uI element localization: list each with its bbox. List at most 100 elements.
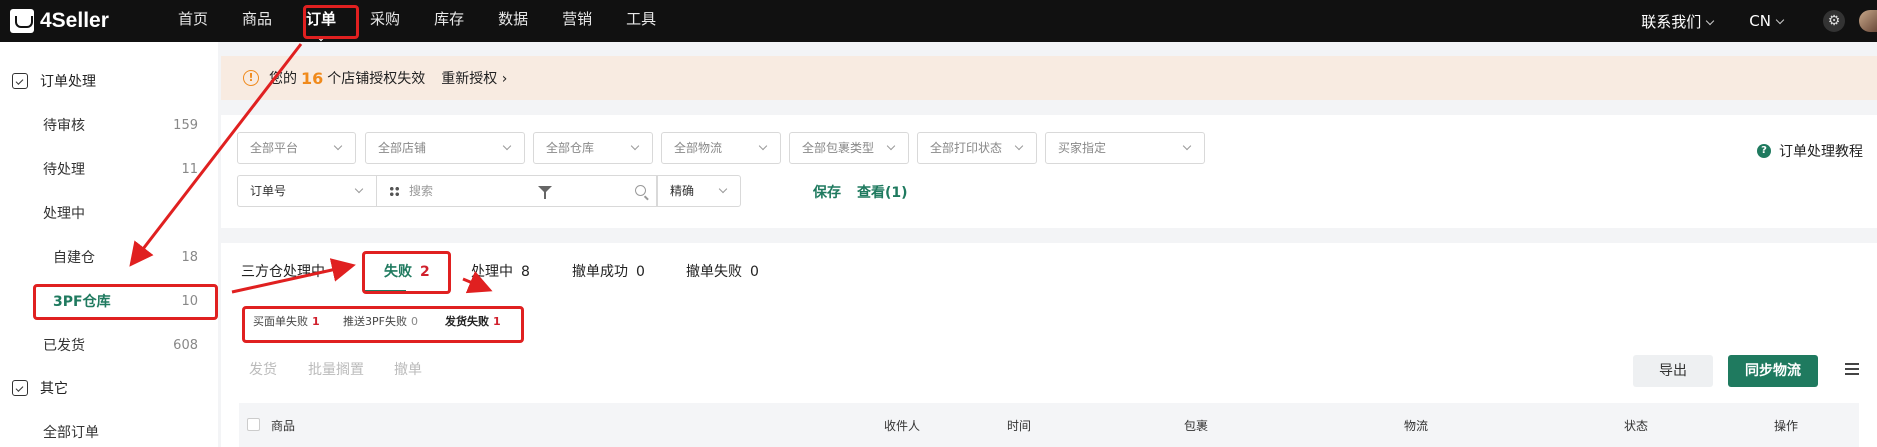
alert-prefix: 您的	[269, 71, 297, 87]
column-header-recipient: 收件人	[884, 419, 921, 433]
sidebar-item-all-orders[interactable]: 全部订单	[0, 419, 218, 445]
tab-label: 三方仓处理中	[241, 264, 325, 280]
chevron-right-icon: ›	[501, 71, 508, 87]
tab-cancel-success[interactable]: 撤单成功 0	[572, 261, 645, 281]
column-header-time: 时间	[1007, 419, 1032, 433]
chevron-down-icon	[630, 141, 640, 151]
cancel-order-button[interactable]: 撤单	[394, 359, 422, 379]
store-select-value: 全部店铺	[378, 141, 427, 155]
column-header-product: 商品	[271, 419, 296, 433]
sidebar-section-order-processing[interactable]: 订单处理	[12, 69, 96, 93]
chevron-down-icon	[1182, 141, 1192, 151]
tab-label: 处理中	[471, 264, 513, 280]
sidebar-item-label: 处理中	[43, 206, 85, 222]
sidebar-section-other[interactable]: 其它	[12, 376, 68, 400]
sidebar-item-label: 已发货	[43, 338, 85, 354]
sidebar-item-processing[interactable]: 处理中	[0, 200, 218, 226]
chevron-down-icon	[333, 141, 343, 151]
reauthorize-label: 重新授权	[441, 71, 498, 87]
column-header-actions: 操作	[1774, 419, 1799, 433]
search-field-select[interactable]: 订单号	[237, 175, 377, 207]
sidebar-item-label: 全部订单	[43, 425, 99, 441]
filter-icon[interactable]	[538, 186, 552, 199]
tab-count: 0	[636, 264, 645, 280]
avatar[interactable]	[1859, 10, 1877, 32]
search-input[interactable]: 搜索	[377, 175, 657, 207]
buyer-specified-select[interactable]: 买家指定	[1045, 132, 1205, 164]
column-header-status: 状态	[1624, 419, 1649, 433]
select-all-checkbox[interactable]	[247, 418, 260, 431]
contact-us-menu[interactable]: 联系我们	[1641, 11, 1715, 32]
tab-3pf-processing[interactable]: 三方仓处理中 8	[241, 261, 342, 281]
chevron-down-icon	[354, 184, 364, 194]
language-menu[interactable]: CN	[1749, 12, 1785, 30]
chevron-down-icon	[886, 141, 896, 151]
tab-count: 0	[750, 264, 759, 280]
chevron-down-icon	[718, 184, 728, 194]
nav-item-purchase[interactable]: 采购	[370, 0, 400, 42]
chevron-down-icon	[1706, 16, 1715, 25]
clipboard-check-icon	[12, 380, 28, 396]
tutorial-link[interactable]: ? 订单处理教程	[1757, 141, 1863, 161]
logo[interactable]: 4Seller	[10, 6, 109, 36]
warehouse-select[interactable]: 全部仓库	[533, 132, 653, 164]
nav-item-inventory[interactable]: 库存	[434, 0, 464, 42]
ship-button[interactable]: 发货	[249, 359, 277, 379]
chevron-down-icon	[1014, 141, 1024, 151]
top-right-controls: 联系我们 CN ⚙	[1641, 0, 1877, 42]
view-saved-button[interactable]: 查看(1)	[857, 182, 908, 202]
package-type-select[interactable]: 全部包裹类型	[789, 132, 909, 164]
tutorial-label: 订单处理教程	[1779, 144, 1863, 160]
sidebar-item-count: 608	[173, 337, 198, 353]
tab-label: 撤单失败	[686, 264, 742, 280]
logistics-select[interactable]: 全部物流	[661, 132, 781, 164]
tab-processing[interactable]: 处理中 8	[471, 261, 530, 281]
match-mode-select[interactable]: 精确	[657, 175, 741, 207]
save-filter-button[interactable]: 保存	[813, 182, 841, 202]
nav-item-data[interactable]: 数据	[498, 0, 528, 42]
platform-select-value: 全部平台	[250, 141, 299, 155]
sidebar-item-label: 待处理	[43, 162, 85, 178]
buyer-specified-select-value: 买家指定	[1058, 141, 1107, 155]
chevron-down-icon	[1775, 15, 1785, 25]
chevron-down-icon	[502, 141, 512, 151]
print-status-select[interactable]: 全部打印状态	[917, 132, 1037, 164]
platform-select[interactable]: 全部平台	[237, 132, 356, 164]
store-select[interactable]: 全部店铺	[365, 132, 525, 164]
alert-text: 个店铺授权失效	[327, 71, 426, 87]
tab-count: 8	[333, 264, 342, 280]
tab-cancel-failed[interactable]: 撤单失败 0	[686, 261, 759, 281]
logo-icon	[10, 9, 34, 33]
help-icon: ?	[1757, 144, 1771, 158]
tab-count: 8	[521, 264, 530, 280]
nav-item-products[interactable]: 商品	[242, 0, 272, 42]
batch-hold-button[interactable]: 批量搁置	[308, 359, 364, 379]
sidebar: 订单处理 待审核 159 待处理 11 处理中 自建仓 18 3PF仓库 10 …	[0, 42, 218, 447]
sidebar-item-own-warehouse[interactable]: 自建仓 18	[0, 244, 218, 270]
sidebar-section-label: 订单处理	[40, 74, 96, 90]
clipboard-check-icon	[12, 73, 28, 89]
sidebar-item-label: 自建仓	[53, 250, 95, 266]
highlight-box-3pf-warehouse	[33, 284, 218, 320]
sidebar-item-count: 159	[173, 117, 198, 133]
nav-item-marketing[interactable]: 营销	[562, 0, 592, 42]
grid-icon	[389, 186, 400, 197]
nav-item-home[interactable]: 首页	[178, 0, 208, 42]
reauthorize-link[interactable]: 重新授权 ›	[441, 68, 507, 88]
column-settings-icon[interactable]	[1845, 363, 1859, 375]
top-navigation-bar: 4Seller 首页 商品 订单 采购 库存 数据 营销 工具 联系我们 CN …	[0, 0, 1877, 42]
search-icon[interactable]	[635, 185, 646, 196]
sidebar-item-to-process[interactable]: 待处理 11	[0, 156, 218, 182]
highlight-box-orders-nav	[303, 5, 359, 39]
warning-icon: !	[243, 70, 259, 86]
column-header-package: 包裹	[1184, 419, 1209, 433]
nav-item-tools[interactable]: 工具	[626, 0, 656, 42]
sync-logistics-button[interactable]: 同步物流	[1728, 355, 1818, 387]
sidebar-section-label: 其它	[40, 381, 68, 397]
sidebar-item-shipped[interactable]: 已发货 608	[0, 332, 218, 358]
contact-us-label: 联系我们	[1641, 12, 1702, 31]
sidebar-item-pending-review[interactable]: 待审核 159	[0, 112, 218, 138]
gear-icon[interactable]: ⚙	[1823, 10, 1845, 32]
export-button[interactable]: 导出	[1633, 355, 1713, 387]
logistics-select-value: 全部物流	[674, 141, 723, 155]
